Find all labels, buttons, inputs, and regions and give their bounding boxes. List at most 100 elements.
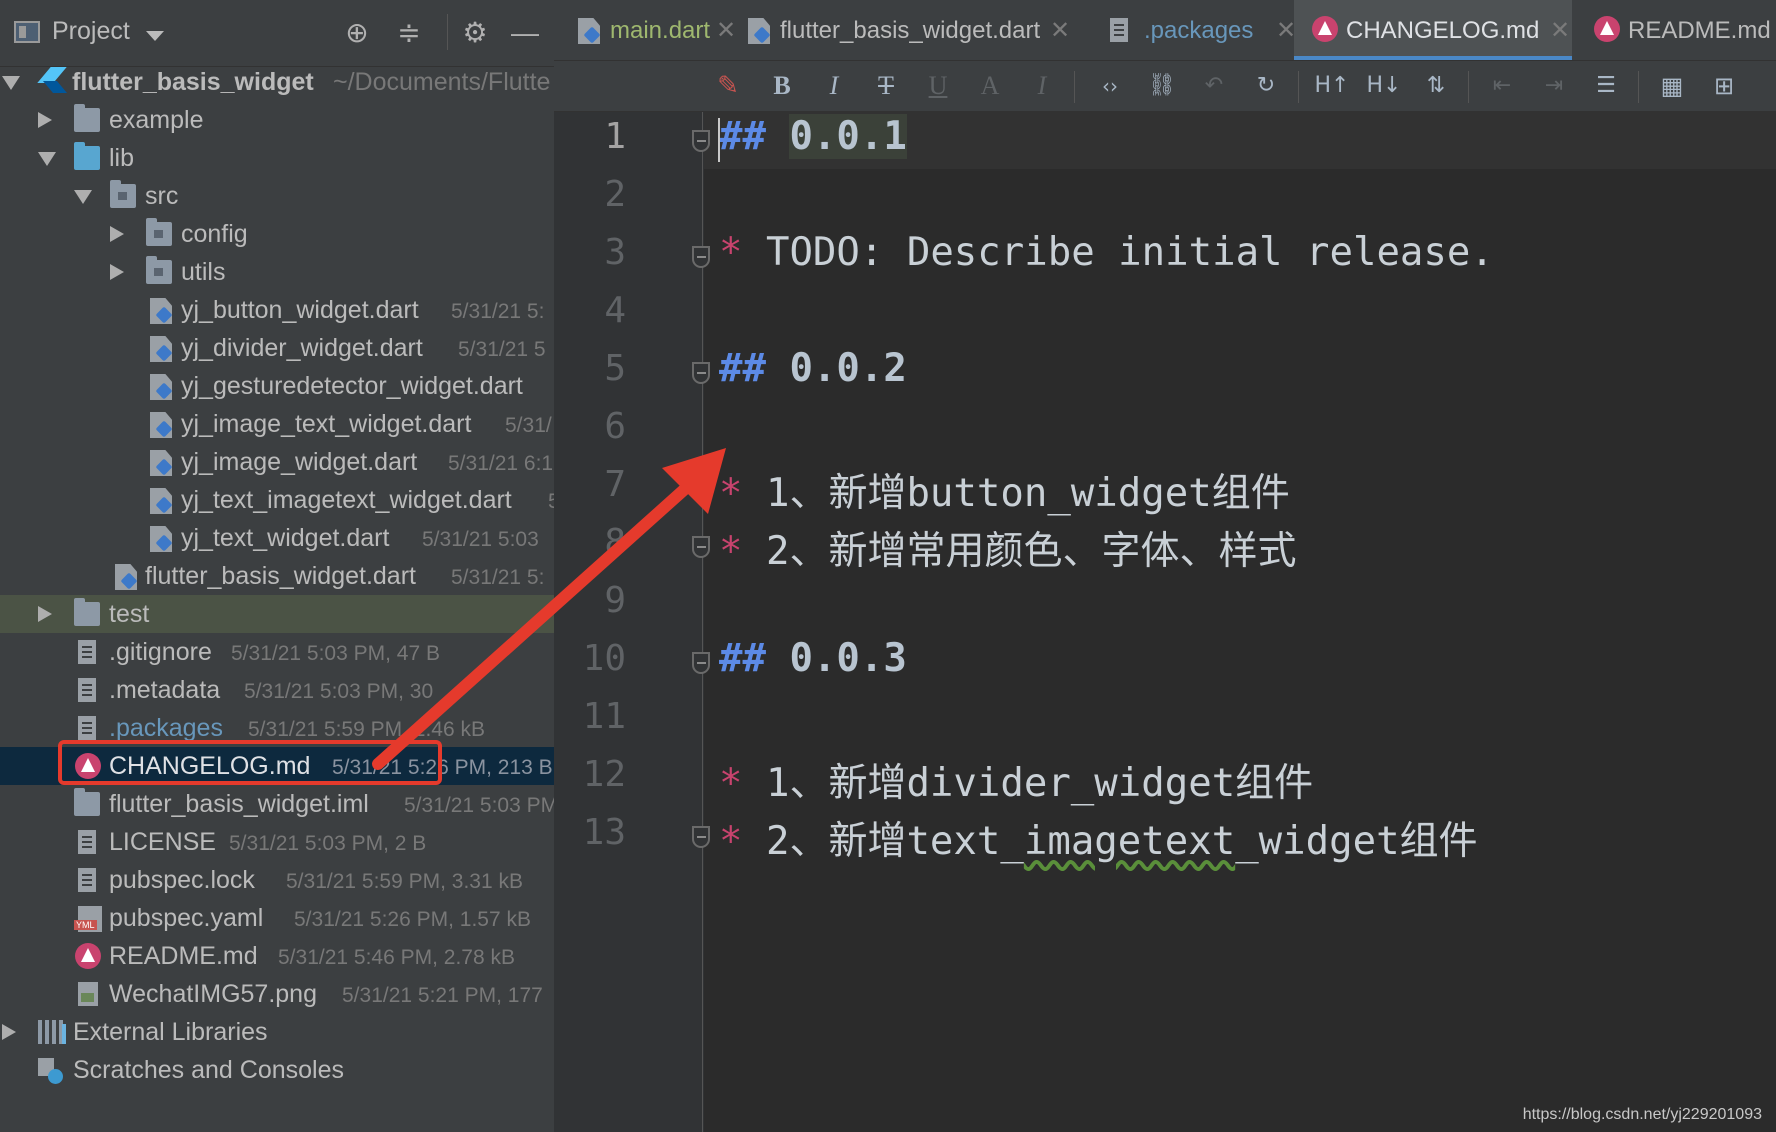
- tree-item-file[interactable]: flutter_basis_widget.iml 5/31/21 5:03 PM: [0, 785, 554, 823]
- gear-icon[interactable]: ⚙: [458, 16, 492, 50]
- strikethrough-button[interactable]: T: [868, 70, 904, 102]
- tree-item-label: yj_button_widget.dart: [181, 296, 419, 324]
- line-number: 3: [604, 232, 626, 273]
- outdent-icon[interactable]: ⇥: [1536, 70, 1572, 102]
- tree-item-file[interactable]: .gitignore 5/31/21 5:03 PM, 47 B: [0, 633, 554, 671]
- tree-item-scratches[interactable]: Scratches and Consoles: [0, 1051, 554, 1089]
- tab-changelog[interactable]: CHANGELOG.md ✕: [1294, 0, 1572, 60]
- tree-item-meta: 5/31/21 5:21 PM, 177: [342, 984, 543, 1007]
- fold-marker[interactable]: [692, 826, 710, 848]
- header-down-icon[interactable]: H↓: [1366, 70, 1402, 102]
- chevron-right-icon[interactable]: [38, 112, 52, 128]
- header-toggle-icon[interactable]: ⇅: [1418, 70, 1454, 102]
- chevron-right-icon[interactable]: [2, 1024, 16, 1040]
- collapse-all-icon[interactable]: ≑: [392, 16, 426, 50]
- fold-marker[interactable]: [692, 246, 710, 268]
- code-line-10[interactable]: ## 0.0.3: [719, 636, 907, 681]
- dart-file-icon: [150, 374, 172, 400]
- tab-packages[interactable]: .packages ✕: [1110, 0, 1300, 60]
- chevron-right-icon[interactable]: [38, 606, 52, 622]
- tree-item-meta: 5/31/21 5: [458, 338, 546, 361]
- tree-item-external-libraries[interactable]: External Libraries: [0, 1013, 554, 1051]
- list-icon[interactable]: ☰: [1588, 70, 1624, 102]
- underline-button[interactable]: U: [920, 70, 956, 102]
- italic-button[interactable]: I: [816, 70, 852, 102]
- tree-root[interactable]: flutter_basis_widget ~/Documents/Flutte: [0, 63, 554, 101]
- refresh-link-icon[interactable]: ↻: [1248, 70, 1284, 102]
- code-line-7[interactable]: * 1、新增button_widget组件: [719, 462, 1290, 518]
- tree-item-file[interactable]: yj_text_imagetext_widget.dart 5: [0, 481, 554, 519]
- fold-marker[interactable]: [692, 652, 710, 674]
- close-icon[interactable]: ✕: [1550, 16, 1570, 45]
- edit-pencil-icon[interactable]: ✎: [710, 70, 746, 102]
- close-icon[interactable]: ✕: [1050, 16, 1070, 45]
- tree-item-lib[interactable]: lib: [0, 139, 554, 177]
- bold-button[interactable]: B: [764, 70, 800, 102]
- list-text: 2、新增text_: [765, 819, 1024, 864]
- line-number: 5: [604, 348, 626, 389]
- toolbar-divider: [1638, 71, 1639, 103]
- tree-item-file[interactable]: .metadata 5/31/21 5:03 PM, 30: [0, 671, 554, 709]
- chevron-down-icon[interactable]: [38, 152, 56, 166]
- table-icon[interactable]: ⊞: [1706, 70, 1742, 102]
- code-span-icon[interactable]: ‹›: [1092, 70, 1128, 102]
- tree-item-file[interactable]: WechatIMG57.png 5/31/21 5:21 PM, 177: [0, 975, 554, 1013]
- subscript-button[interactable]: I: [1024, 70, 1060, 102]
- tree-item-file[interactable]: pubspec.lock 5/31/21 5:59 PM, 3.31 kB: [0, 861, 554, 899]
- tree-item-file[interactable]: yj_divider_widget.dart 5/31/21 5: [0, 329, 554, 367]
- superscript-button[interactable]: A: [972, 70, 1008, 102]
- tree-item-example[interactable]: example: [0, 101, 554, 139]
- code-line-3[interactable]: * TODO: Describe initial release.: [719, 230, 1494, 275]
- tree-item-file[interactable]: README.md 5/31/21 5:46 PM, 2.78 kB: [0, 937, 554, 975]
- tree-item-label: config: [181, 220, 248, 248]
- dart-file-icon: [150, 336, 172, 362]
- chevron-down-icon[interactable]: [2, 76, 20, 90]
- tab-flutter-basis-widget[interactable]: flutter_basis_widget.dart ✕: [744, 0, 1074, 60]
- code-line-1[interactable]: ## 0.0.1: [719, 114, 907, 159]
- code-line-12[interactable]: * 1、新增divider_widget组件: [719, 752, 1313, 808]
- tree-item-label: LICENSE: [109, 828, 216, 856]
- tree-item-file[interactable]: yj_text_widget.dart 5/31/21 5:03: [0, 519, 554, 557]
- code-line-5[interactable]: ## 0.0.2: [719, 346, 907, 391]
- chevron-down-icon[interactable]: [74, 190, 92, 204]
- code-line-8[interactable]: * 2、新增常用颜色、字体、样式: [719, 520, 1296, 576]
- chevron-down-icon[interactable]: [146, 31, 164, 41]
- chevron-right-icon[interactable]: [110, 226, 124, 242]
- header-up-icon[interactable]: H↑: [1314, 70, 1350, 102]
- tree-item-file[interactable]: pubspec.yaml 5/31/21 5:26 PM, 1.57 kB: [0, 899, 554, 937]
- list-bullet: *: [719, 230, 743, 275]
- link-icon[interactable]: ⛓: [1144, 70, 1180, 102]
- tree-item-label: utils: [181, 258, 226, 286]
- libraries-icon: [38, 1020, 66, 1044]
- tree-item-file[interactable]: yj_gesturedetector_widget.dart: [0, 367, 554, 405]
- tree-item-test[interactable]: test: [0, 595, 554, 633]
- line-number: 4: [604, 290, 626, 331]
- annotation-highlight-box: [58, 740, 442, 785]
- fold-marker[interactable]: [692, 362, 710, 384]
- tree-item-file[interactable]: flutter_basis_widget.dart 5/31/21 5:: [0, 557, 554, 595]
- heading-marker: ##: [719, 636, 766, 681]
- tree-item-file[interactable]: LICENSE 5/31/21 5:03 PM, 2 B: [0, 823, 554, 861]
- tree-item-meta: 5/31/21 5:03 PM, 30: [244, 680, 434, 703]
- tree-item-config[interactable]: config: [0, 215, 554, 253]
- tab-readme[interactable]: README.md: [1584, 0, 1776, 60]
- tree-item-src[interactable]: src: [0, 177, 554, 215]
- fold-marker[interactable]: [692, 536, 710, 558]
- tree-item-file[interactable]: yj_button_widget.dart 5/31/21 5:: [0, 291, 554, 329]
- project-view-selector[interactable]: Project: [52, 17, 130, 46]
- close-icon[interactable]: ✕: [716, 16, 736, 45]
- tab-label: README.md: [1628, 17, 1771, 44]
- chevron-right-icon[interactable]: [110, 264, 124, 280]
- table-edit-icon[interactable]: ▦: [1654, 70, 1690, 102]
- tree-item-file[interactable]: yj_image_text_widget.dart 5/31/: [0, 405, 554, 443]
- tree-item-file[interactable]: yj_image_widget.dart 5/31/21 6:1: [0, 443, 554, 481]
- tree-item-utils[interactable]: utils: [0, 253, 554, 291]
- spellcheck-word: imagetext: [1023, 819, 1236, 864]
- fold-marker[interactable]: [692, 130, 710, 152]
- tab-main-dart[interactable]: main.dart ✕: [554, 0, 736, 60]
- code-line-13[interactable]: * 2、新增text_imagetext_widget组件: [719, 810, 1478, 866]
- locate-icon[interactable]: ⊕: [340, 16, 374, 50]
- minimize-icon[interactable]: —: [508, 16, 542, 50]
- unlink-icon[interactable]: ↶: [1196, 70, 1232, 102]
- indent-icon[interactable]: ⇤: [1484, 70, 1520, 102]
